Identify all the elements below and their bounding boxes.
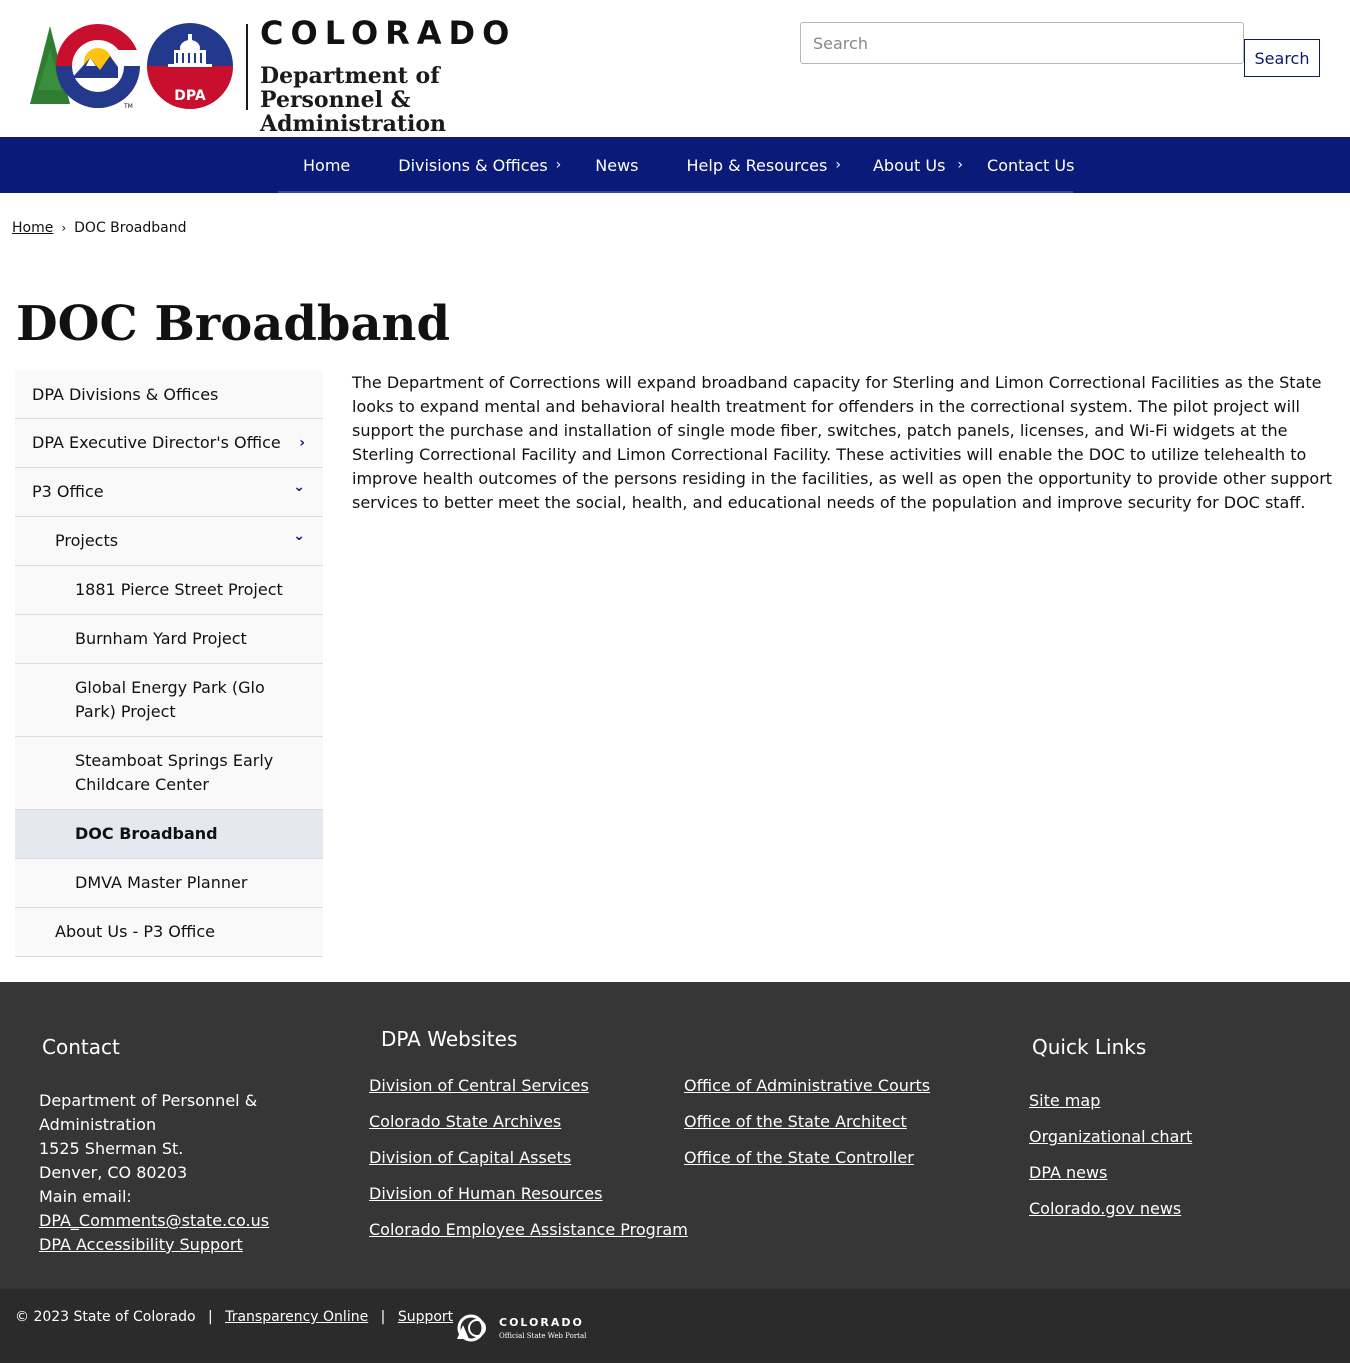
colorado-portal-logo-icon[interactable]: COLORADO Official State Web Portal	[455, 1311, 595, 1345]
main-nav: Home Divisions & Offices › News Help & R…	[0, 137, 1350, 193]
svg-text:TM: TM	[123, 103, 133, 110]
sidenav-item-divisions[interactable]: DPA Divisions & Offices	[15, 371, 323, 419]
footer-link-site-map[interactable]: Site map	[1029, 1089, 1100, 1113]
bottom-legal: © 2023 State of Colorado | Transparency …	[15, 1309, 453, 1325]
logo-badge-text: DPA	[174, 88, 206, 104]
footer-link-state-architect[interactable]: Office of the State Architect	[684, 1110, 907, 1134]
portal-logo-name: COLORADO	[499, 1316, 584, 1329]
contact-street: 1525 Sherman St.	[39, 1139, 184, 1158]
accessibility-support-link[interactable]: DPA Accessibility Support	[39, 1233, 299, 1257]
sidenav-item-projects[interactable]: Projects ⌄	[15, 517, 323, 566]
breadcrumb: Home › DOC Broadband	[12, 220, 187, 236]
support-link[interactable]: Support	[398, 1309, 453, 1325]
nav-item-label: Divisions & Offices	[398, 155, 548, 175]
bottom-bar: © 2023 State of Colorado | Transparency …	[0, 1289, 1350, 1363]
sidenav-item-label: P3 Office	[32, 482, 104, 501]
transparency-online-link[interactable]: Transparency Online	[225, 1309, 368, 1325]
nav-item-label: Home	[303, 155, 351, 175]
sidenav-item-label: DPA Divisions & Offices	[32, 384, 219, 404]
chevron-right-icon[interactable]: ›	[957, 157, 963, 173]
nav-item-label: Contact Us	[987, 155, 1075, 175]
sidenav-item-doc-broadband[interactable]: DOC Broadband	[15, 810, 323, 859]
sidenav-item-p3-office[interactable]: P3 Office ⌄	[15, 468, 323, 517]
footer-contact-block: Department of Personnel & Administration…	[39, 1089, 299, 1257]
footer-link-colorado-news[interactable]: Colorado.gov news	[1029, 1197, 1181, 1221]
search-input[interactable]	[800, 22, 1244, 64]
sidenav-item-steamboat[interactable]: Steamboat Springs Early Childcare Center	[15, 737, 323, 810]
nav-item-help[interactable]: Help & Resources ›	[687, 137, 873, 193]
footer-contact-heading: Contact	[42, 1035, 120, 1059]
sidenav-item-label: Burnham Yard Project	[75, 629, 247, 648]
footer-quicklinks-heading: Quick Links	[1032, 1035, 1147, 1059]
nav-item-label: About Us	[872, 155, 946, 175]
colorado-dpa-logo-icon: TM DPA	[30, 23, 233, 110]
sidenav-item-pierce-street[interactable]: 1881 Pierce Street Project	[15, 566, 323, 615]
sidenav-item-label: Global Energy Park (Glo Park) Project	[75, 678, 265, 721]
sidenav-item-label: DPA Executive Director's Office	[32, 433, 281, 452]
side-nav: DPA Divisions & Offices DPA Executive Di…	[15, 371, 323, 957]
logo-department-name: Department of Personnel & Administration	[260, 63, 447, 137]
main-body-text: The Department of Corrections will expan…	[352, 373, 1333, 512]
sidenav-item-label: DMVA Master Planner	[75, 873, 248, 892]
nav-item-divisions[interactable]: Divisions & Offices ›	[398, 137, 595, 193]
contact-email-link[interactable]: DPA_Comments@state.co.us	[39, 1209, 299, 1233]
sidenav-item-label: 1881 Pierce Street Project	[75, 580, 283, 599]
footer-link-employee-assistance[interactable]: Colorado Employee Assistance Program	[369, 1218, 688, 1242]
portal-logo-subtitle: Official State Web Portal	[499, 1332, 587, 1340]
footer-link-state-controller[interactable]: Office of the State Controller	[684, 1146, 914, 1170]
sidenav-item-label: About Us - P3 Office	[55, 922, 215, 941]
sidenav-item-label: Projects	[55, 531, 119, 550]
nav-item-about[interactable]: About Us ›	[873, 137, 987, 193]
search-button[interactable]: Search	[1244, 39, 1320, 77]
sidenav-item-dmva[interactable]: DMVA Master Planner	[15, 859, 323, 908]
contact-name: Department of Personnel & Administration	[39, 1091, 258, 1134]
footer-link-admin-courts[interactable]: Office of Administrative Courts	[684, 1074, 930, 1098]
sidenav-item-executive-director[interactable]: DPA Executive Director's Office ›	[15, 419, 323, 468]
chevron-right-icon[interactable]: ›	[299, 431, 305, 455]
logo-state-name: COLORADO	[260, 14, 517, 52]
nav-underline	[278, 191, 1073, 193]
chevron-down-icon[interactable]: ⌄	[293, 524, 305, 548]
chevron-right-icon[interactable]: ›	[835, 157, 841, 173]
sidenav-item-glo-park[interactable]: Global Energy Park (Glo Park) Project	[15, 664, 323, 737]
nav-item-home[interactable]: Home	[278, 137, 398, 193]
page-title: DOC Broadband	[16, 296, 451, 352]
breadcrumb-current: DOC Broadband	[74, 220, 187, 236]
chevron-down-icon[interactable]: ⌄	[293, 475, 305, 499]
breadcrumb-separator: ›	[61, 221, 67, 235]
bottom-separator: |	[208, 1309, 213, 1325]
sidenav-item-about-p3[interactable]: About Us - P3 Office	[15, 908, 323, 957]
footer-websites-heading: DPA Websites	[381, 1027, 518, 1051]
nav-item-news[interactable]: News	[595, 137, 686, 193]
contact-city: Denver, CO 80203	[39, 1163, 188, 1182]
sidenav-item-burnham-yard[interactable]: Burnham Yard Project	[15, 615, 323, 664]
contact-email-label: Main email:	[39, 1187, 132, 1206]
logo-divider	[246, 24, 248, 110]
nav-item-label: Help & Resources	[686, 155, 828, 175]
site-footer: Contact Department of Personnel & Admini…	[0, 982, 1350, 1289]
footer-link-human-resources[interactable]: Division of Human Resources	[369, 1182, 602, 1206]
breadcrumb-home-link[interactable]: Home	[12, 220, 53, 236]
nav-item-label: News	[595, 155, 639, 175]
sidenav-item-label: Steamboat Springs Early Childcare Center	[75, 751, 274, 794]
sidenav-item-label: DOC Broadband	[75, 824, 218, 843]
footer-link-dpa-news[interactable]: DPA news	[1029, 1161, 1107, 1185]
bottom-separator: |	[380, 1309, 386, 1325]
site-header: TM DPA COLORADO Department of Personnel …	[0, 0, 1350, 137]
copyright-text: © 2023 State of Colorado	[15, 1309, 196, 1325]
footer-link-capital-assets[interactable]: Division of Capital Assets	[369, 1146, 571, 1170]
footer-link-central-services[interactable]: Division of Central Services	[369, 1074, 589, 1098]
nav-item-contact[interactable]: Contact Us	[987, 137, 1074, 193]
chevron-right-icon[interactable]: ›	[556, 157, 562, 173]
footer-link-state-archives[interactable]: Colorado State Archives	[369, 1110, 561, 1134]
footer-link-org-chart[interactable]: Organizational chart	[1029, 1125, 1192, 1149]
